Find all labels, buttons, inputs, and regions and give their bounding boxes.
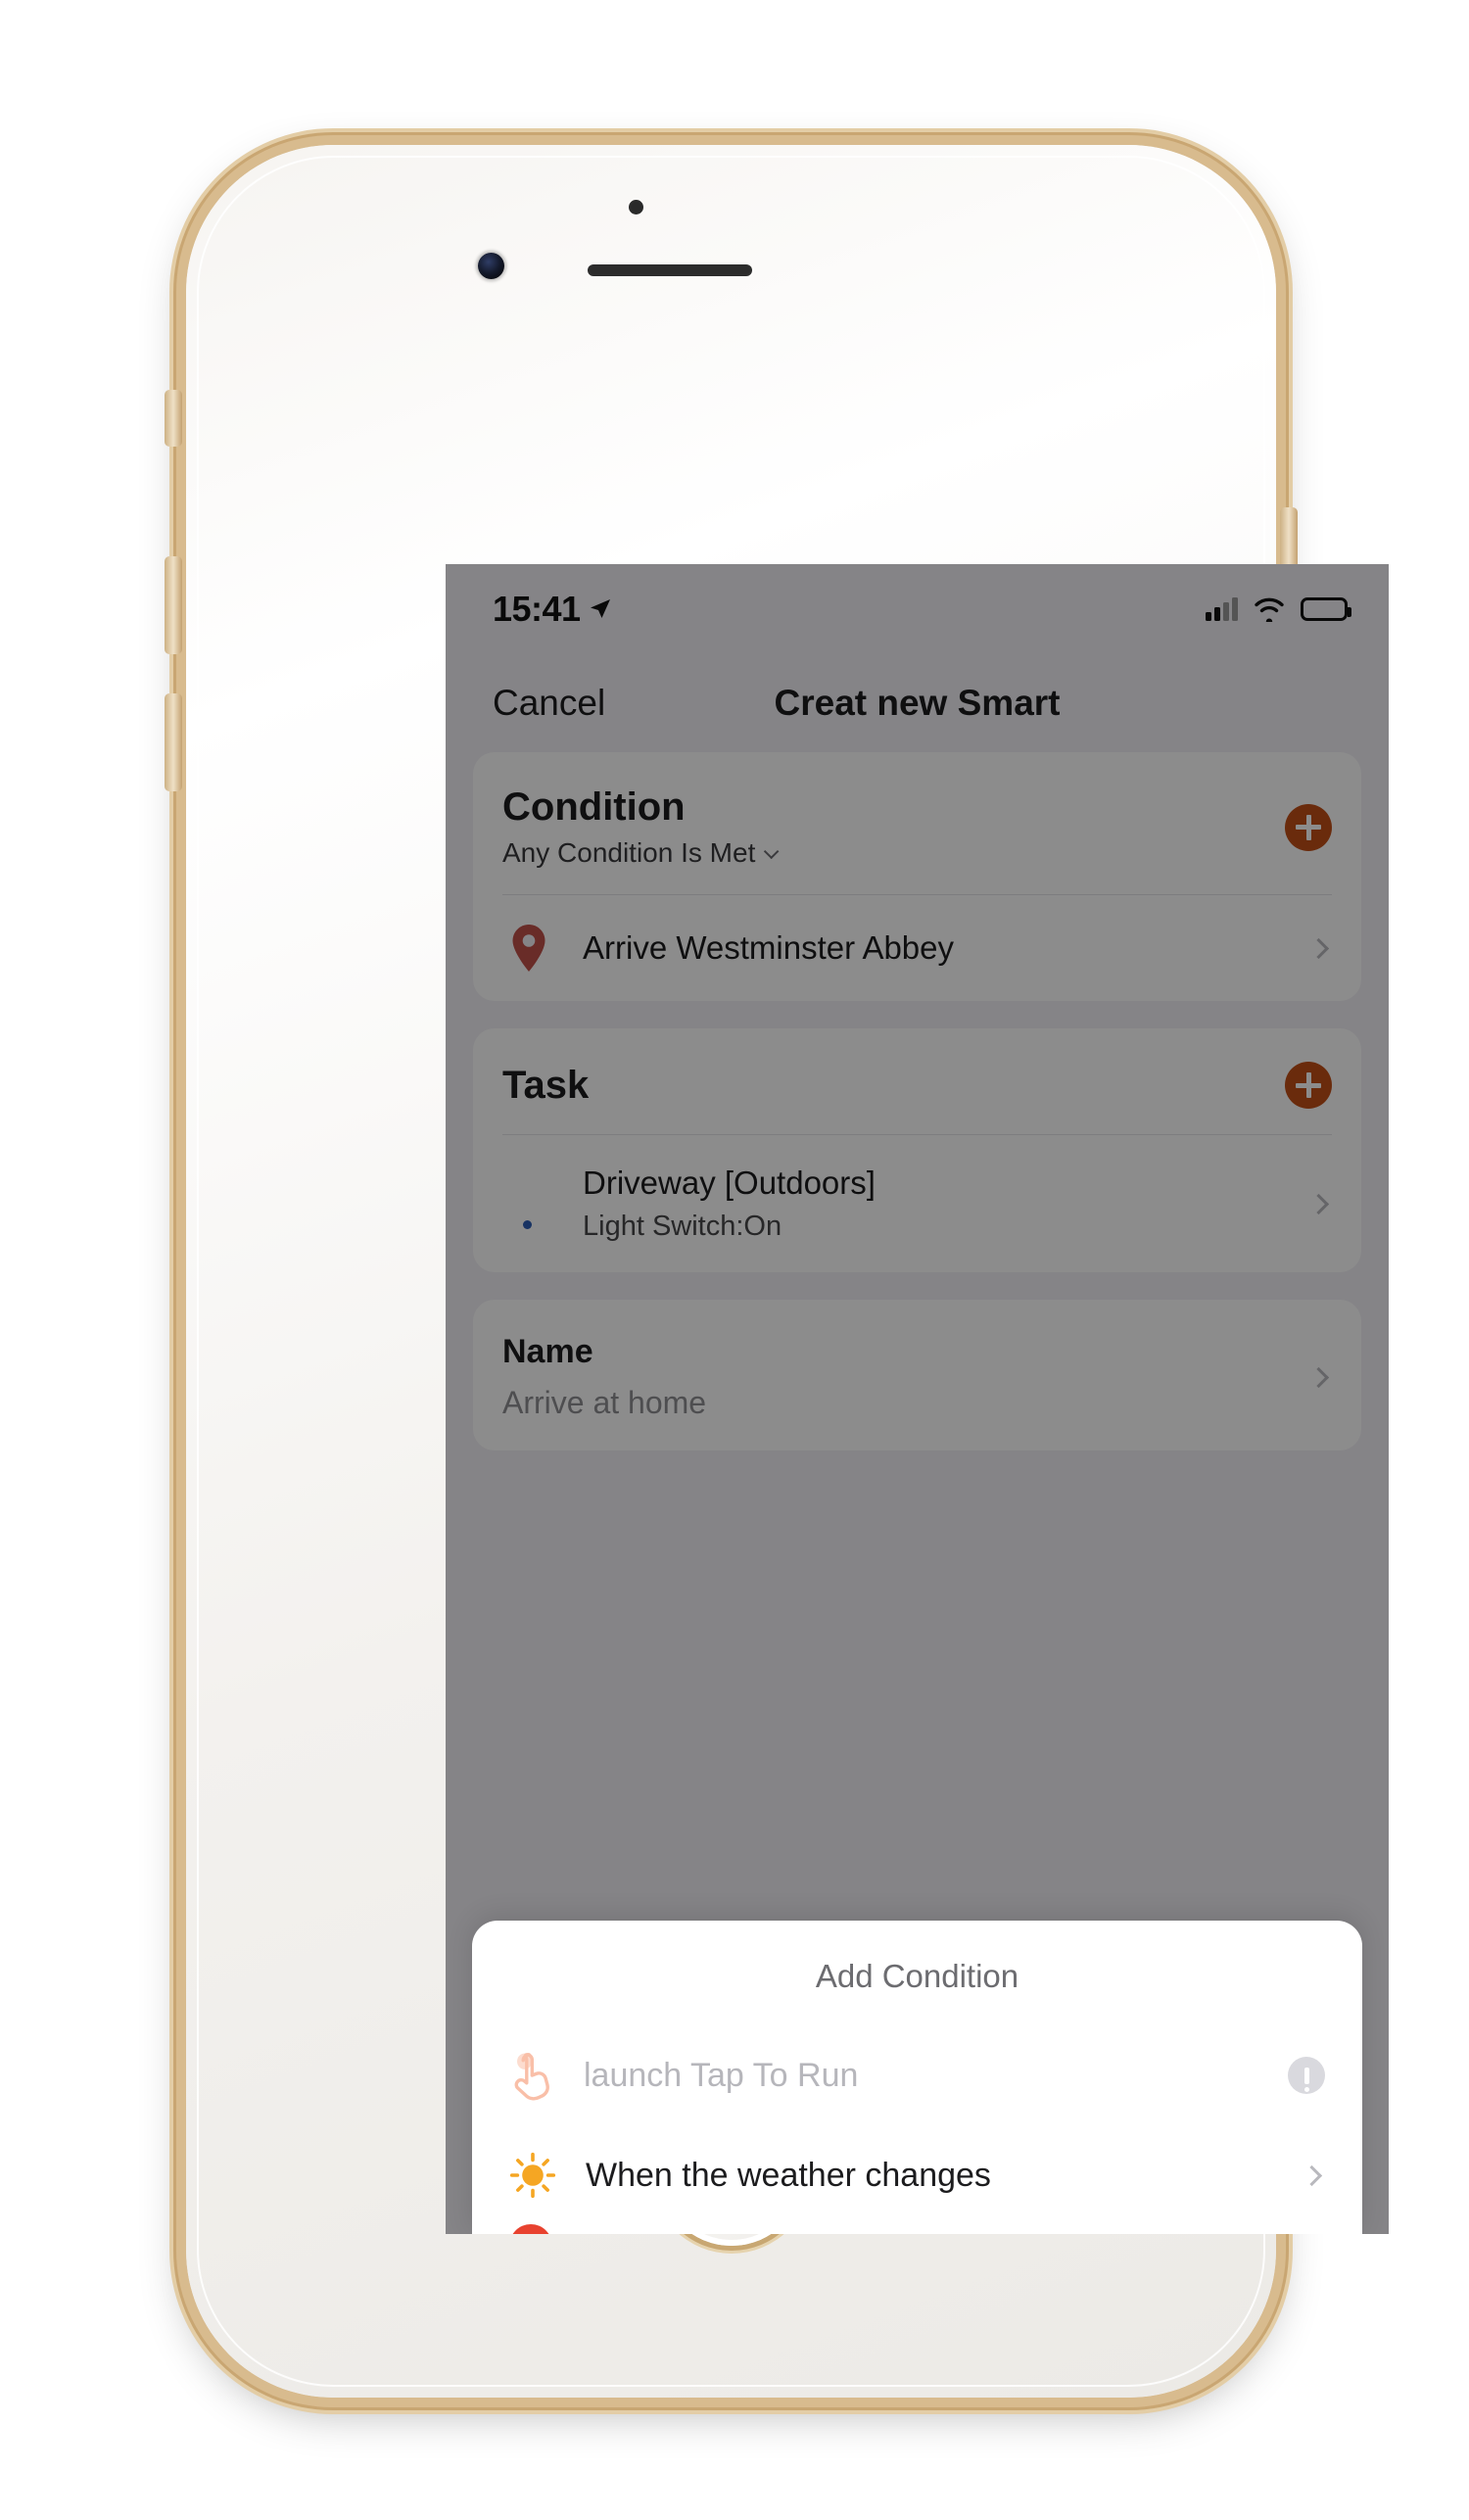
phone-screen: 15:41 Cancel Creat new Smart Condition A… (446, 564, 1389, 2234)
sheet-row-label: launch Tap To Run (584, 2056, 859, 2094)
proximity-sensor-icon (629, 200, 643, 214)
volume-band-top (165, 390, 182, 447)
sun-icon (509, 2152, 556, 2199)
volume-band-down[interactable] (165, 693, 182, 791)
sheet-row-partial-hidden[interactable] (472, 2224, 1362, 2234)
earpiece-speaker (588, 264, 752, 276)
sheet-row-weather[interactable]: When the weather changes (472, 2126, 1362, 2224)
sheet-row-tap-to-run[interactable]: launch Tap To Run (472, 2024, 1362, 2126)
volume-band-up[interactable] (165, 556, 182, 654)
phone-device-frame: 15:41 Cancel Creat new Smart Condition A… (165, 145, 1389, 2398)
sheet-row-label: When the weather changes (586, 2156, 991, 2194)
front-camera-icon (478, 253, 504, 279)
info-exclamation-icon[interactable] (1288, 2057, 1325, 2094)
partial-row-icon (509, 2224, 552, 2234)
sheet-title: Add Condition (815, 1958, 1019, 1994)
chevron-right-icon (1301, 2164, 1323, 2186)
hand-tap-icon (514, 2053, 549, 2101)
add-condition-sheet: Add Condition launch Tap To Run When the… (472, 1921, 1362, 2234)
